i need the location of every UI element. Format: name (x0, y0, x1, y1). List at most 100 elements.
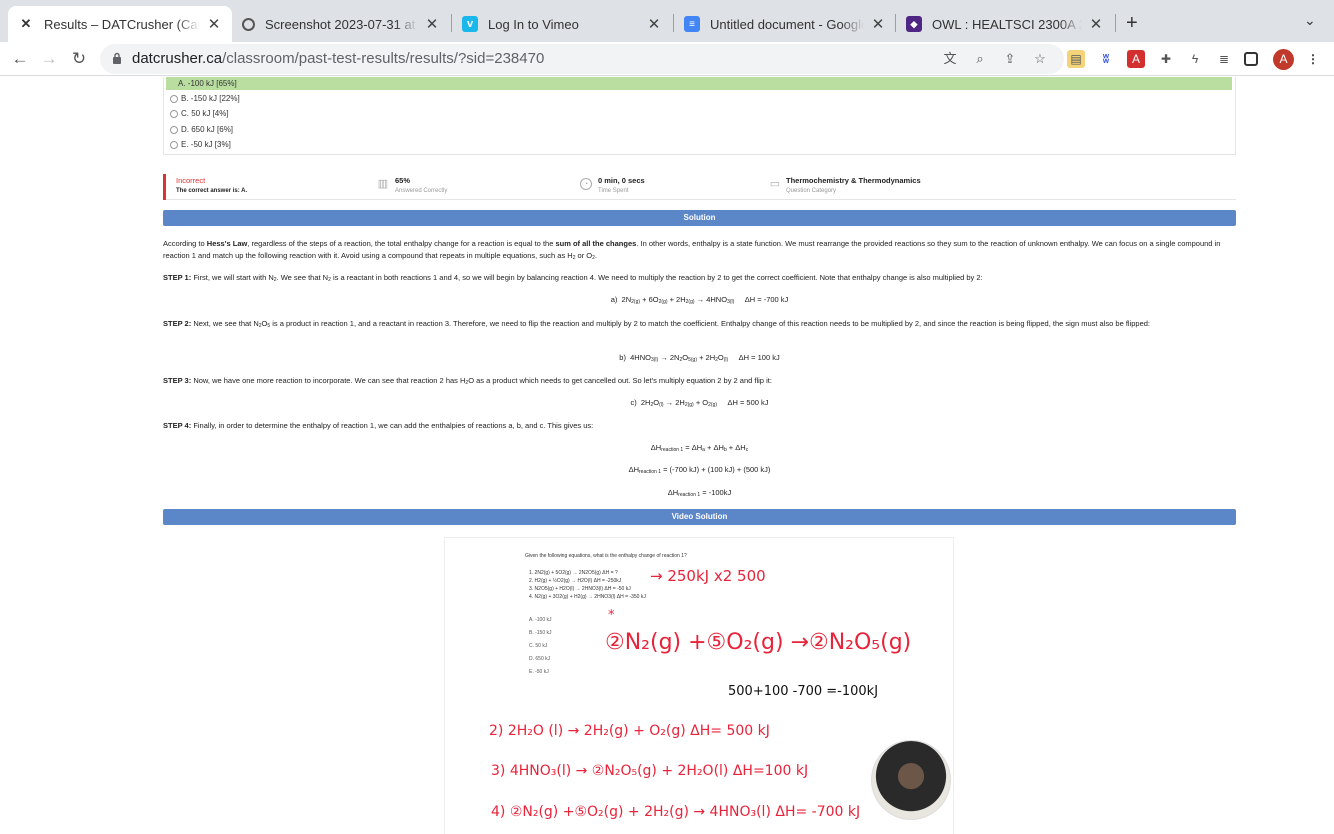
video-option-d: D. 650 kJ (529, 656, 551, 662)
clock-icon: ◔ (580, 178, 592, 190)
video-solution-header: Video Solution (163, 509, 1236, 525)
star-annotation: * (608, 608, 615, 623)
extension-pdf-icon[interactable]: A (1127, 50, 1145, 68)
answer-option-d: D. 650 kJ [6%] (170, 123, 233, 136)
answer-option-c: C. 50 kJ [4%] (170, 107, 229, 120)
equation-sum-2: ΔHreaction 1 = (-700 kJ) + (100 kJ) + (5… (628, 465, 771, 475)
back-arrow-icon[interactable]: ← (9, 48, 31, 70)
calendar-icon: ▭ (769, 178, 781, 190)
tab-vimeo[interactable]: v Log In to Vimeo ✕ (452, 6, 672, 42)
forward-arrow-icon[interactable]: → (38, 48, 60, 70)
globe-icon (242, 17, 255, 31)
tab-title: Log In to Vimeo (488, 16, 579, 32)
text-span: . We see that N (276, 273, 329, 282)
close-icon[interactable]: ✕ (646, 15, 662, 33)
solution-header: Solution (163, 210, 1236, 226)
answer-option-b: B. -150 kJ [22%] (170, 92, 240, 105)
close-icon[interactable]: ✕ (206, 15, 222, 33)
solution-step-2: STEP 2: Next, we see that N2O5 is a prod… (163, 319, 1151, 329)
category-stat: Thermochemistry & Thermodynamics Questio… (786, 176, 921, 194)
radio-icon (170, 125, 178, 134)
address-bar[interactable]: datcrusher.ca/classroom/past-test-result… (100, 44, 1064, 74)
step-label: STEP 2: (163, 319, 192, 328)
handwriting-step-4: 4) ②N₂(g) +⑤O₂(g) + 2H₂(g) → 4HNO₃(l) ΔH… (491, 804, 861, 820)
url-path: /classroom/past-test-results/results/?si… (222, 50, 545, 67)
eq-dh: ΔH = 500 kJ (727, 398, 769, 407)
tab-google-docs[interactable]: ≡ Untitled document - Google Do ✕ (674, 6, 896, 42)
video-player[interactable]: Given the following equations, what is t… (444, 537, 954, 834)
answer-text: B. -150 kJ [22%] (181, 94, 240, 103)
google-docs-icon: ≡ (684, 16, 700, 32)
tab-title: Screenshot 2023-07-31 at 5.0 (265, 16, 418, 32)
text-bold: Hess's Law (206, 239, 248, 248)
answer-text: C. 50 kJ [4%] (181, 109, 229, 118)
radio-icon (170, 94, 178, 103)
video-option-c: C. 50 kJ (529, 643, 548, 649)
url-text: datcrusher.ca/classroom/past-test-result… (132, 50, 544, 67)
equation-b: b) 4HNO3(l) → 2N2O5(g) + 2H2O(l) ΔH = 10… (619, 353, 780, 363)
step-label: STEP 1: (163, 273, 192, 282)
answer-option-e: E. -50 kJ [3%] (170, 138, 231, 151)
page-content: A. -100 kJ [65%] B. -150 kJ [22%] C. 50 … (0, 77, 1334, 834)
zoom-icon[interactable]: ⌕ (972, 51, 988, 67)
eq-value: = -100kJ (702, 488, 732, 497)
text-span: is a reactant in both reactions 1 and 4,… (330, 273, 983, 282)
reload-icon[interactable]: ↻ (68, 48, 90, 70)
equation-a: a) 2N2(g) + 6O2(g) + 2H2(g) → 4HNO3(l) Δ… (610, 295, 789, 305)
share-icon[interactable]: ⇪ (1002, 51, 1018, 67)
equation-c: c) 2H2O(l) → 2H2(g) + O2(g) ΔH = 500 kJ (630, 398, 769, 408)
correct-answer-text: The correct answer is: A. (176, 188, 248, 194)
percent-label: Answered Correctly (395, 188, 448, 194)
profile-avatar[interactable]: A (1273, 49, 1294, 70)
extension-wave-icon[interactable]: ʬ (1097, 50, 1115, 68)
extension-notes-icon[interactable]: ▤ (1067, 50, 1085, 68)
extension-bolt-icon[interactable]: ϟ (1186, 50, 1204, 68)
new-tab-plus-icon[interactable]: + (1126, 12, 1138, 35)
video-option-b: B. -150 kJ (529, 630, 552, 636)
answer-text: E. -50 kJ [3%] (181, 140, 231, 149)
reading-list-icon[interactable]: ≣ (1215, 50, 1233, 68)
kebab-menu-icon[interactable]: ⋮ (1304, 50, 1322, 68)
incorrect-indicator (163, 174, 166, 200)
status-stat: Incorrect The correct answer is: A. (176, 176, 247, 194)
eq-value: = (-700 kJ) + (100 kJ) + (500 kJ) (663, 465, 771, 474)
bookmark-star-icon[interactable]: ☆ (1032, 51, 1048, 67)
category-value: Thermochemistry & Thermodynamics (786, 176, 921, 185)
extensions-puzzle-icon[interactable]: ✚ (1157, 50, 1175, 68)
eq-dh: ΔH = 100 kJ (738, 353, 780, 362)
handwriting-sum: 500+100 -700 =-100kJ (728, 684, 879, 699)
solution-step-4: STEP 4: Finally, in order to determine t… (163, 420, 1236, 432)
tab-owl[interactable]: ◆ OWL : HEALTSCI 2300A 200 S ✕ (896, 6, 1114, 42)
equation-sum-3: ΔHreaction 1 = -100kJ (667, 488, 732, 498)
close-icon[interactable]: ✕ (1088, 15, 1104, 33)
time-value: 0 min, 0 secs (598, 176, 645, 185)
percent-value: 65% (395, 176, 411, 185)
answer-choices: A. -100 kJ [65%] B. -150 kJ [22%] C. 50 … (163, 77, 1236, 155)
close-icon[interactable]: ✕ (870, 15, 886, 33)
tab-title: OWL : HEALTSCI 2300A 200 S (932, 16, 1082, 32)
handwriting-note: → 250kJ x2 500 (650, 567, 766, 585)
status-text: Incorrect (176, 176, 206, 185)
tab-title: Results – DATCrusher (Canadian (44, 16, 200, 32)
solution-step-3: STEP 3: Now, we have one more reaction t… (163, 376, 772, 386)
tab-title: Untitled document - Google Do (710, 16, 864, 32)
radio-icon (170, 109, 178, 118)
tab-search-chevron-icon[interactable]: ⌄ (1304, 12, 1316, 29)
owl-icon: ◆ (906, 16, 922, 32)
text-span: , regardless of the steps of a reaction,… (247, 239, 556, 248)
tab-datcrusher[interactable]: ✕ Results – DATCrusher (Canadian ✕ (8, 6, 232, 42)
side-panel-icon[interactable] (1244, 52, 1258, 66)
browser-toolbar: ← → ↻ datcrusher.ca/classroom/past-test-… (0, 42, 1334, 76)
tab-screenshot[interactable]: Screenshot 2023-07-31 at 5.0 ✕ (232, 6, 450, 42)
presenter-webcam (871, 740, 951, 820)
text-span: is a product in reaction 1, and a reacta… (270, 319, 1151, 328)
video-option-e: E. -50 kJ (529, 669, 549, 675)
step-label: STEP 4: (163, 421, 192, 430)
radio-icon (170, 140, 178, 149)
eq-dh: ΔH = -700 kJ (744, 295, 789, 304)
result-stats: Incorrect The correct answer is: A. ▥ 65… (163, 174, 1236, 200)
text-span: Next, we see that N (193, 319, 259, 328)
time-label: Time Spent (598, 188, 629, 194)
close-icon[interactable]: ✕ (424, 15, 440, 33)
translate-icon[interactable]: 文 (942, 51, 958, 67)
